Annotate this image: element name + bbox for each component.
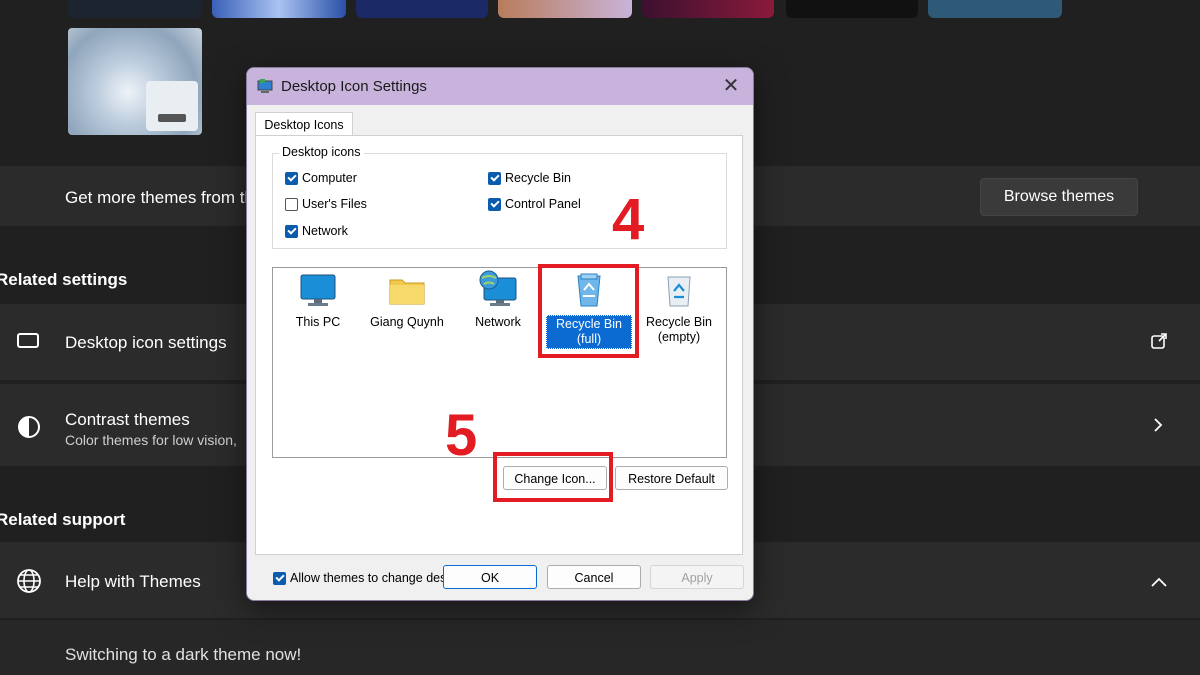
- checkbox-control-panel[interactable]: Control Panel: [488, 197, 581, 211]
- checkbox-label: Control Panel: [505, 197, 581, 211]
- theme-thumbnail[interactable]: [642, 0, 774, 18]
- browse-themes-button[interactable]: Browse themes: [980, 178, 1138, 216]
- dialog-app-icon: [257, 78, 273, 99]
- related-settings-heading: Related settings: [0, 270, 128, 289]
- theme-thumbnail[interactable]: [498, 0, 632, 18]
- monitor-icon: [17, 333, 39, 348]
- help-with-themes-label: Help with Themes: [65, 572, 201, 591]
- list-item[interactable]: Giang Quynh: [364, 274, 450, 330]
- folder-icon: [389, 279, 425, 305]
- desktop-icons-group: Desktop icons Computer Recycle Bin User'…: [272, 145, 727, 249]
- highlight-recycle-bin: [538, 264, 639, 358]
- globe-icon: [16, 568, 42, 599]
- contrast-themes-label: Contrast themes: [65, 410, 190, 429]
- checkbox-box[interactable]: [285, 171, 298, 185]
- tab-desktop-icons[interactable]: Desktop Icons: [255, 112, 353, 137]
- checkbox-recycle-bin[interactable]: Recycle Bin: [488, 171, 571, 185]
- taskbar-preview: [146, 81, 198, 131]
- checkbox-box[interactable]: [488, 197, 501, 211]
- icon-label: Network: [475, 315, 521, 329]
- checkbox-box[interactable]: [285, 197, 298, 211]
- desktop-icon-settings-label: Desktop icon settings: [65, 333, 227, 352]
- theme-thumbnail[interactable]: [212, 0, 346, 18]
- checkbox-box[interactable]: [285, 224, 298, 238]
- checkbox-label: Network: [302, 224, 348, 238]
- group-label: Desktop icons: [279, 145, 364, 159]
- close-icon[interactable]: ✕: [717, 74, 745, 98]
- highlight-change-icon: [493, 452, 613, 502]
- list-item[interactable]: Network: [455, 270, 541, 330]
- list-item[interactable]: Recycle Bin (empty): [636, 274, 722, 345]
- monitor-icon: [300, 274, 336, 306]
- checkbox-network[interactable]: Network: [285, 224, 348, 238]
- checkbox-label: Computer: [302, 171, 357, 185]
- desktop-icon-settings-dialog: Desktop Icon Settings ✕ Desktop Icons De…: [246, 67, 754, 601]
- open-external-icon: [1150, 332, 1168, 355]
- dialog-title: Desktop Icon Settings: [281, 78, 427, 95]
- contrast-themes-subtitle: Color themes for low vision,: [65, 432, 237, 448]
- current-theme-thumbnail[interactable]: [68, 28, 202, 135]
- step-5-label: 5: [445, 403, 478, 468]
- chevron-up-icon: [1151, 574, 1167, 592]
- theme-thumbnail[interactable]: [68, 0, 202, 18]
- step-4-label: 4: [612, 187, 645, 252]
- checkbox-box[interactable]: [273, 571, 286, 585]
- related-support-heading: Related support: [0, 510, 126, 529]
- theme-thumbnail[interactable]: [356, 0, 488, 18]
- recycle-bin-empty-icon: [667, 276, 691, 307]
- cancel-button[interactable]: Cancel: [547, 565, 641, 589]
- theme-thumbnail[interactable]: [786, 0, 918, 18]
- dialog-titlebar[interactable]: Desktop Icon Settings ✕: [247, 68, 753, 105]
- checkbox-label: User's Files: [302, 197, 367, 211]
- list-item[interactable]: This PC: [275, 274, 361, 330]
- icon-label: Recycle Bin (empty): [646, 315, 712, 344]
- switching-link[interactable]: Switching to a dark theme now!: [65, 645, 301, 665]
- theme-thumbnail[interactable]: [928, 0, 1062, 18]
- checkbox-box[interactable]: [488, 171, 501, 185]
- icon-label: Giang Quynh: [370, 315, 444, 329]
- icon-list[interactable]: This PC Giang Quynh Network Recycle Bin …: [272, 267, 727, 458]
- get-more-themes-text: Get more themes from th: [65, 188, 254, 207]
- help-content: Switching to a dark theme now!: [0, 620, 1200, 675]
- contrast-icon: [17, 415, 41, 444]
- apply-button: Apply: [650, 565, 744, 589]
- checkbox-users-files[interactable]: User's Files: [285, 197, 367, 211]
- checkbox-label: Recycle Bin: [505, 171, 571, 185]
- chevron-right-icon: [1152, 418, 1164, 437]
- restore-default-button[interactable]: Restore Default: [615, 466, 728, 490]
- icon-label: This PC: [295, 315, 341, 329]
- checkbox-computer[interactable]: Computer: [285, 171, 357, 185]
- network-icon: [479, 270, 517, 306]
- ok-button[interactable]: OK: [443, 565, 537, 589]
